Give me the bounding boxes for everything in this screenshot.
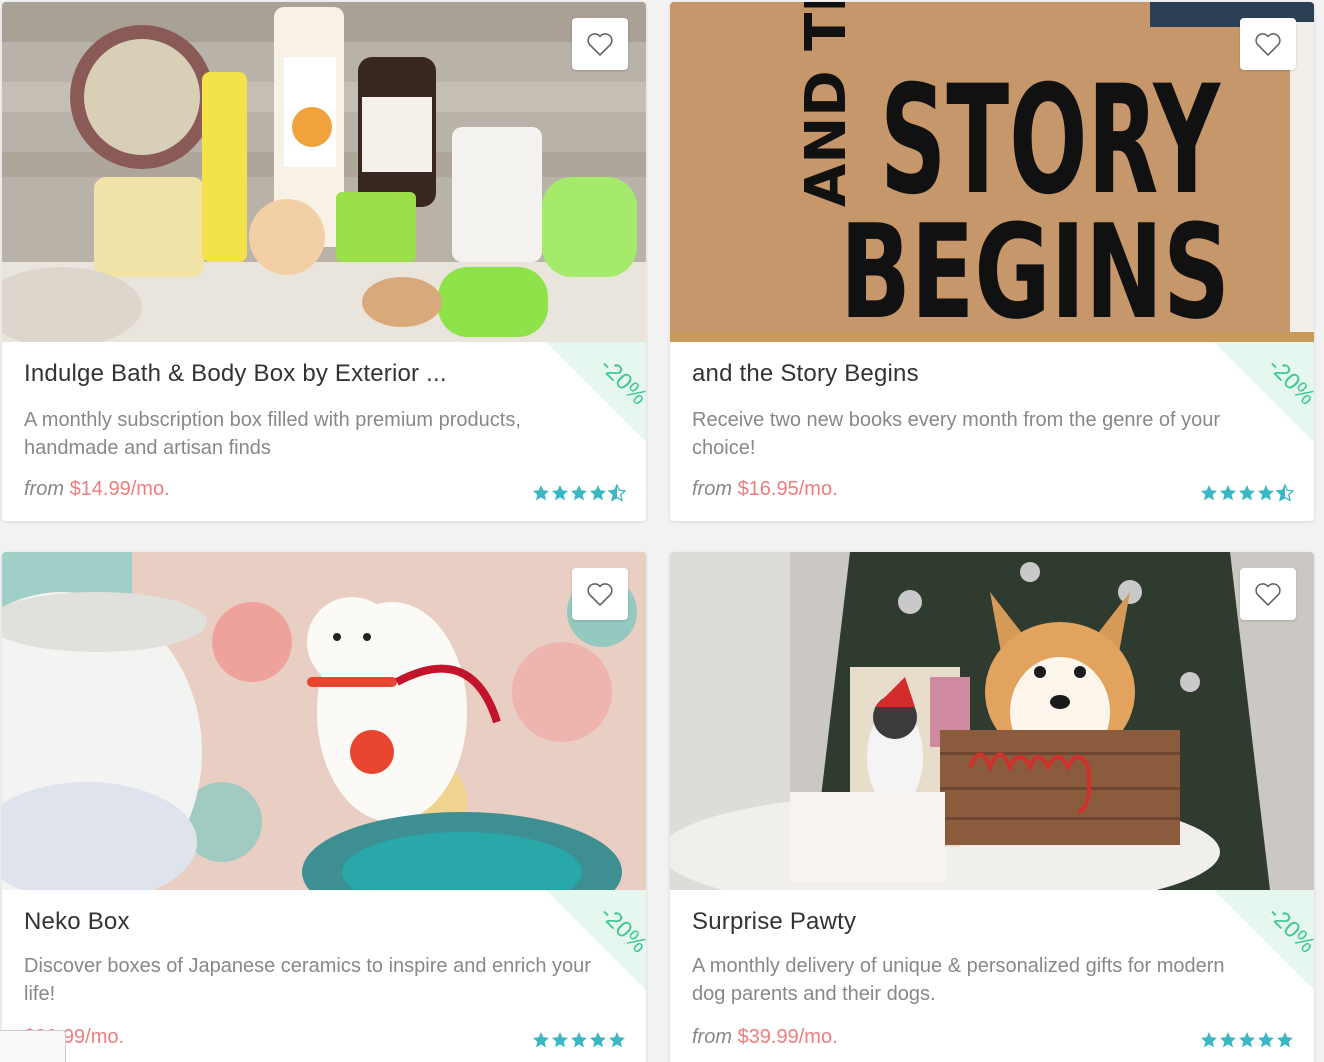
product-price: from $14.99/mo.	[24, 478, 170, 501]
star-full-icon	[1201, 485, 1217, 501]
heart-outline-icon	[1255, 583, 1281, 606]
price-amount: $16.95	[737, 478, 799, 500]
price-prefix: from	[24, 478, 64, 500]
price-suffix: /mo.	[798, 478, 838, 500]
star-full-icon	[552, 1032, 568, 1048]
product-grid: -20% Indulge Bath & Body Box by Exterior…	[0, 0, 1324, 1062]
product-price: from $39.99/mo.	[692, 1026, 838, 1049]
star-full-icon	[1220, 1032, 1236, 1048]
star-full-icon	[1201, 1032, 1217, 1048]
price-amount: $39.99	[737, 1026, 799, 1048]
star-full-icon	[533, 485, 549, 501]
star-half-icon	[608, 484, 626, 502]
product-card[interactable]: -20% Surprise Pawty A monthly delivery o…	[670, 552, 1314, 1062]
product-image[interactable]	[2, 2, 646, 342]
price-prefix: from	[692, 478, 732, 500]
product-description: Receive two new books every month from t…	[692, 409, 1221, 459]
star-full-icon	[609, 1032, 625, 1048]
product-card[interactable]: -20% Indulge Bath & Body Box by Exterior…	[2, 2, 646, 521]
product-title[interactable]: Surprise Pawty	[692, 908, 856, 936]
star-rating	[1200, 484, 1294, 502]
price-suffix: /mo.	[85, 1026, 125, 1048]
product-title[interactable]: Neko Box	[24, 908, 130, 936]
product-price: from $16.95/mo.	[692, 478, 838, 501]
star-full-icon	[1277, 1032, 1293, 1048]
product-card[interactable]: AND THE STORY BEGINS -20% and the Story …	[670, 2, 1314, 521]
overlay-widget[interactable]	[0, 1030, 66, 1062]
favorite-button[interactable]	[1240, 568, 1296, 620]
product-title[interactable]: and the Story Begins	[692, 360, 919, 388]
product-description: Discover boxes of Japanese ceramics to i…	[24, 955, 591, 1005]
star-full-icon	[1239, 485, 1255, 501]
price-prefix: from	[692, 1026, 732, 1048]
star-rating	[1200, 1031, 1294, 1049]
star-full-icon	[552, 485, 568, 501]
heart-outline-icon	[1255, 33, 1281, 56]
star-full-icon	[571, 1032, 587, 1048]
heart-outline-icon	[587, 583, 613, 606]
star-full-icon	[571, 485, 587, 501]
favorite-button[interactable]	[572, 568, 628, 620]
star-full-icon	[533, 1032, 549, 1048]
star-rating	[532, 1031, 626, 1049]
star-full-icon	[1239, 1032, 1255, 1048]
product-image[interactable]	[2, 552, 646, 890]
product-title[interactable]: Indulge Bath & Body Box by Exterior ...	[24, 360, 447, 388]
product-description: A monthly subscription box filled with p…	[24, 409, 521, 459]
price-amount: $14.99	[69, 478, 131, 500]
product-description: A monthly delivery of unique & personali…	[692, 955, 1225, 1005]
star-full-icon	[590, 485, 606, 501]
heart-outline-icon	[587, 33, 613, 56]
favorite-button[interactable]	[572, 18, 628, 70]
svg-text:AND THE: AND THE	[794, 2, 859, 207]
star-half-icon	[1276, 484, 1294, 502]
price-suffix: /mo.	[798, 1026, 838, 1048]
favorite-button[interactable]	[1240, 18, 1296, 70]
product-image[interactable]	[670, 552, 1314, 890]
product-card[interactable]: -20% Neko Box Discover boxes of Japanese…	[2, 552, 646, 1062]
star-full-icon	[1258, 1032, 1274, 1048]
star-rating	[532, 484, 626, 502]
price-suffix: /mo.	[130, 478, 170, 500]
star-full-icon	[590, 1032, 606, 1048]
product-image[interactable]: AND THE STORY BEGINS	[670, 2, 1314, 342]
star-full-icon	[1258, 485, 1274, 501]
star-full-icon	[1220, 485, 1236, 501]
svg-text:BEGINS: BEGINS	[840, 196, 1230, 342]
